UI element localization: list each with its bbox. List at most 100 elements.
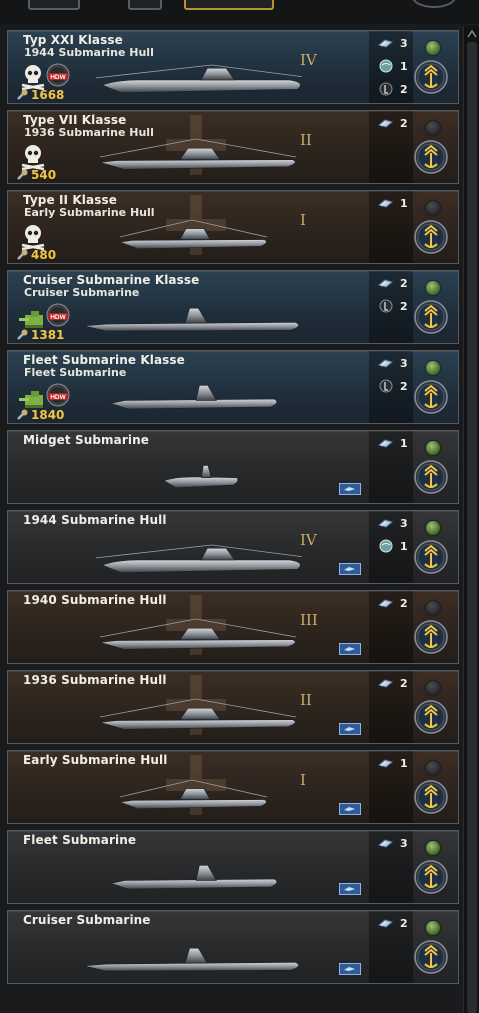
hdw-shipyard-icon: HDW (46, 383, 70, 407)
sonar-icon (379, 59, 393, 73)
stats-column: 3 (369, 831, 413, 903)
hdw-shipyard-icon: HDW (46, 63, 70, 87)
tab-active[interactable] (184, 0, 274, 10)
anchor-rank-icon[interactable] (414, 460, 448, 494)
variant-tag-icon (339, 563, 361, 575)
torpedo-icon (377, 439, 394, 448)
anchor-rank-icon[interactable] (414, 60, 448, 94)
design-card-3[interactable]: Cruiser Submarine Klasse Cruiser Submari… (7, 270, 459, 344)
svg-text:HDW: HDW (50, 394, 66, 401)
anchor-rank-icon[interactable] (414, 940, 448, 974)
stats-column: 1 (369, 751, 413, 823)
submarine-silhouette (84, 947, 300, 972)
stat-row: 2 (373, 276, 413, 290)
round-button[interactable] (412, 0, 456, 8)
submarine-silhouette (163, 465, 239, 489)
wrench-icon (17, 89, 28, 100)
submarine-silhouette (120, 219, 268, 250)
design-card-10[interactable]: Fleet Submarine 3 (7, 830, 459, 904)
skull-crossbones-icon (21, 145, 45, 171)
scroll-up-icon[interactable] (466, 28, 478, 40)
cost-value: 1381 (31, 328, 65, 342)
wrench-icon (17, 329, 28, 340)
stat-row: 2 (373, 82, 413, 96)
snorkel-icon (379, 379, 393, 393)
design-name: Fleet Submarine Klasse (23, 353, 185, 367)
design-name: Type VII Klasse (23, 113, 127, 127)
wrench-icon (17, 249, 28, 260)
torpedo-icon (377, 119, 394, 128)
anchor-rank-icon[interactable] (414, 540, 448, 574)
stat-row: 2 (373, 916, 413, 930)
design-card-2[interactable]: Type II Klasse Early Submarine Hull I 48… (7, 190, 459, 264)
design-card-9[interactable]: Early Submarine Hull I 1 (7, 750, 459, 824)
status-light (426, 601, 440, 615)
variant-tag-icon (339, 643, 361, 655)
design-name: 1944 Submarine Hull (23, 513, 167, 527)
submarine-silhouette (84, 307, 300, 332)
stat-row: 3 (373, 836, 413, 850)
stats-column: 32 (369, 351, 413, 423)
anchor-rank-icon[interactable] (414, 300, 448, 334)
design-card-4[interactable]: Fleet Submarine Klasse Fleet Submarine H… (7, 350, 459, 424)
tab-1[interactable] (28, 0, 80, 10)
stat-value: 3 (400, 357, 408, 370)
hdw-shipyard-icon: HDW (46, 303, 70, 327)
anchor-rank-icon[interactable] (414, 700, 448, 734)
design-card-6[interactable]: 1944 Submarine Hull IV 31 (7, 510, 459, 584)
anchor-rank-icon[interactable] (414, 140, 448, 174)
anchor-rank-icon[interactable] (414, 780, 448, 814)
stats-column: 31 (369, 511, 413, 583)
stats-column: 2 (369, 591, 413, 663)
tab-2[interactable] (128, 0, 162, 10)
skull-crossbones-icon (21, 225, 45, 251)
anchor-rank-icon[interactable] (414, 220, 448, 254)
stat-row: 1 (373, 59, 413, 73)
variant-tag-icon (339, 483, 361, 495)
status-light (426, 761, 440, 775)
design-card-7[interactable]: 1940 Submarine Hull III 2 (7, 590, 459, 664)
top-tab-bar (0, 0, 479, 24)
cost-value: 540 (31, 168, 57, 182)
stat-value: 1 (400, 757, 408, 770)
stat-row: 3 (373, 516, 413, 530)
stat-value: 2 (400, 597, 408, 610)
scrollbar[interactable] (463, 26, 479, 1013)
stats-column: 1 (369, 431, 413, 503)
status-light (426, 681, 440, 695)
stats-column: 3 1 2 (369, 31, 413, 103)
design-name: Cruiser Submarine Klasse (23, 273, 200, 287)
status-light (426, 921, 440, 935)
skull-crossbones-icon (21, 65, 45, 91)
stat-value: 1 (400, 197, 408, 210)
cost-value: 1840 (31, 408, 65, 422)
design-card-0[interactable]: Typ XXI Klasse 1944 Submarine Hull IV HD… (7, 30, 459, 104)
stat-row: 2 (373, 676, 413, 690)
stat-value: 2 (400, 917, 408, 930)
design-card-8[interactable]: 1936 Submarine Hull II 2 (7, 670, 459, 744)
stat-value: 1 (400, 437, 408, 450)
design-name: Midget Submarine (23, 433, 149, 447)
svg-text:HDW: HDW (50, 74, 66, 81)
torpedo-icon (377, 359, 394, 368)
wrench-icon (17, 409, 28, 420)
design-card-11[interactable]: Cruiser Submarine 2 (7, 910, 459, 984)
submarine-silhouette (100, 698, 297, 730)
design-card-5[interactable]: Midget Submarine 1 (7, 430, 459, 504)
submarine-silhouette (96, 544, 302, 573)
stat-value: 2 (400, 380, 408, 393)
stat-value: 2 (400, 277, 408, 290)
anchor-rank-icon[interactable] (414, 380, 448, 414)
design-name: Type II Klasse (23, 193, 117, 207)
status-light (426, 441, 440, 455)
snorkel-icon (379, 299, 393, 313)
stat-value: 2 (400, 300, 408, 313)
design-icons: HDW (18, 381, 78, 409)
submarine-silhouette (111, 865, 278, 890)
scroll-thumb[interactable] (467, 42, 477, 1013)
anchor-rank-icon[interactable] (414, 620, 448, 654)
anchor-rank-icon[interactable] (414, 860, 448, 894)
design-card-1[interactable]: Type VII Klasse 1936 Submarine Hull II 5… (7, 110, 459, 184)
status-light (426, 281, 440, 295)
stat-row: 2 (373, 299, 413, 313)
